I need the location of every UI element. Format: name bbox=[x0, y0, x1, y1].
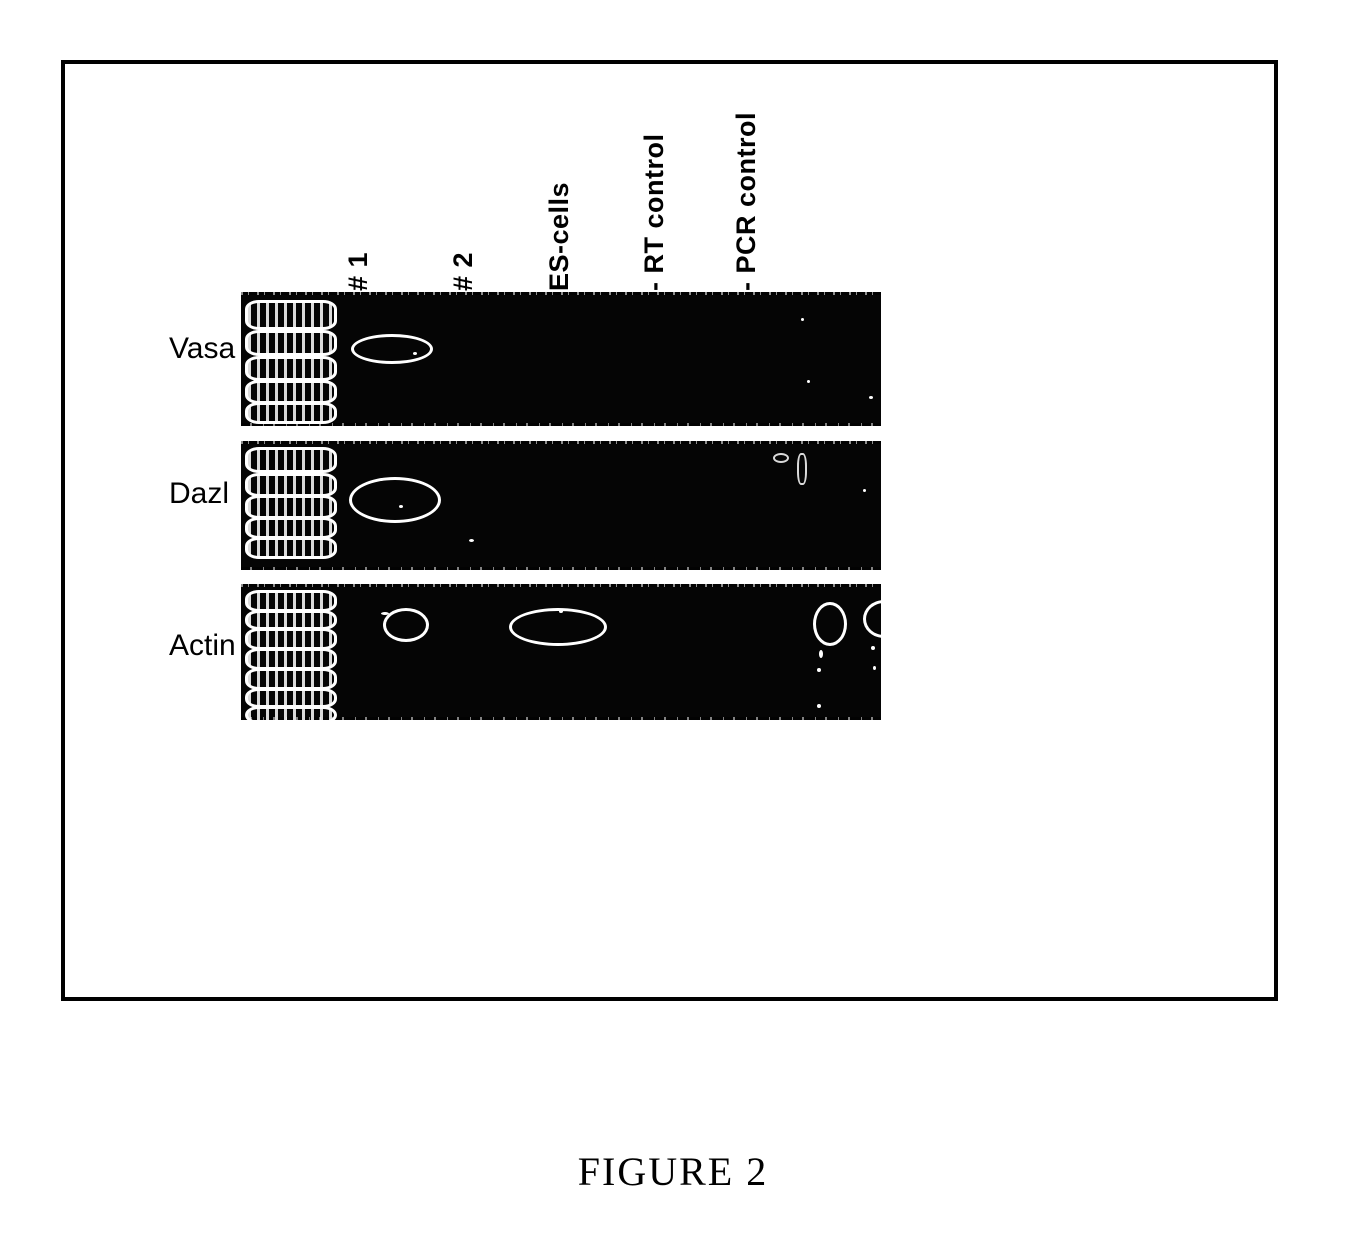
speck-actin-g bbox=[873, 666, 876, 670]
speck-dazl-b bbox=[469, 539, 474, 542]
speck-dazl-c bbox=[863, 489, 866, 492]
speck-dazl-pcr-control-b bbox=[797, 453, 807, 485]
speck-actin-c bbox=[819, 650, 823, 658]
panel-edge-noise-top bbox=[241, 441, 881, 444]
row-label-vasa: Vasa bbox=[169, 332, 236, 365]
gel-panel-actin bbox=[241, 584, 881, 720]
ladder-lane-actin bbox=[245, 590, 337, 720]
band-dazl-lane-1 bbox=[349, 477, 441, 523]
figure-page: # 1 # 2 ES-cells - RT control - PCR cont… bbox=[0, 0, 1346, 1234]
speck-actin-b bbox=[559, 610, 563, 613]
gel-panel-vasa bbox=[241, 292, 881, 426]
speck-vasa-a bbox=[413, 352, 417, 355]
figure-frame: # 1 # 2 ES-cells - RT control - PCR cont… bbox=[61, 60, 1278, 1001]
panel-edge-noise-bottom bbox=[241, 717, 881, 720]
panel-edge-noise-top bbox=[241, 292, 881, 295]
lane-header-lane-2: # 2 bbox=[448, 251, 478, 291]
panel-edge-noise-bottom bbox=[241, 423, 881, 426]
band-actin-rt-control bbox=[813, 602, 847, 646]
lane-header-lane-pcr-control: - PCR control bbox=[731, 112, 761, 291]
speck-dazl-pcr-control-a bbox=[773, 453, 789, 463]
gel-panel-dazl bbox=[241, 441, 881, 570]
figure-caption: FIGURE 2 bbox=[577, 1149, 769, 1194]
band-actin-pcr-control bbox=[863, 600, 881, 638]
panel-edge-noise-top bbox=[241, 584, 881, 587]
lane-header-lane-es-cells: ES-cells bbox=[544, 181, 574, 291]
speck-actin-e bbox=[817, 704, 821, 708]
speck-actin-f bbox=[871, 646, 875, 650]
speck-actin-a bbox=[381, 612, 389, 615]
ladder-lane-dazl bbox=[245, 447, 337, 564]
speck-dazl-a bbox=[399, 505, 403, 508]
speck-vasa-b bbox=[801, 318, 804, 321]
speck-actin-d bbox=[817, 668, 821, 672]
row-label-actin: Actin bbox=[169, 629, 236, 662]
band-actin-es-cells bbox=[509, 608, 607, 646]
lane-header-lane-rt-control: - RT control bbox=[639, 133, 669, 291]
panel-edge-noise-bottom bbox=[241, 567, 881, 570]
row-label-dazl: Dazl bbox=[169, 477, 230, 510]
band-actin-lane-1 bbox=[383, 608, 429, 642]
speck-vasa-d bbox=[869, 396, 873, 399]
band-vasa-lane-1 bbox=[351, 334, 433, 364]
lane-header-lane-1: # 1 bbox=[343, 251, 373, 291]
speck-vasa-c bbox=[807, 380, 810, 383]
ladder-lane-vasa bbox=[245, 298, 337, 424]
